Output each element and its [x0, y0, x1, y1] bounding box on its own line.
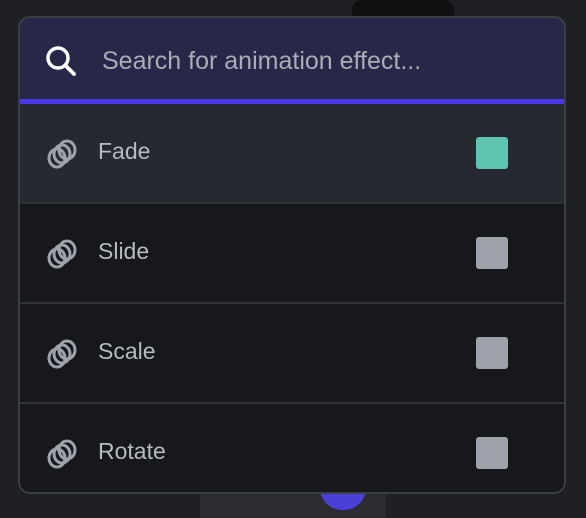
rings-icon — [46, 138, 78, 170]
rings-icon — [46, 338, 78, 370]
effect-item-slide[interactable]: Slide — [20, 204, 564, 304]
rings-icon — [46, 438, 78, 470]
effect-item-scale[interactable]: Scale — [20, 304, 564, 404]
animation-effect-picker: Fade Slide Scale — [18, 16, 566, 494]
effect-label: Slide — [98, 238, 150, 264]
rings-icon — [46, 238, 78, 270]
effect-checkbox[interactable] — [476, 137, 508, 169]
effect-checkbox[interactable] — [476, 337, 508, 369]
effect-item-fade[interactable]: Fade — [20, 104, 564, 204]
search-input[interactable] — [100, 40, 544, 82]
effect-item-rotate[interactable]: Rotate — [20, 404, 564, 492]
search-icon — [44, 44, 78, 78]
effect-checkbox[interactable] — [476, 237, 508, 269]
effect-label: Scale — [98, 338, 156, 364]
effect-list: Fade Slide Scale Rotate — [20, 104, 564, 492]
effect-label: Rotate — [98, 438, 166, 464]
search-bar — [20, 18, 564, 104]
effect-label: Fade — [98, 138, 151, 164]
effect-checkbox[interactable] — [476, 437, 508, 469]
